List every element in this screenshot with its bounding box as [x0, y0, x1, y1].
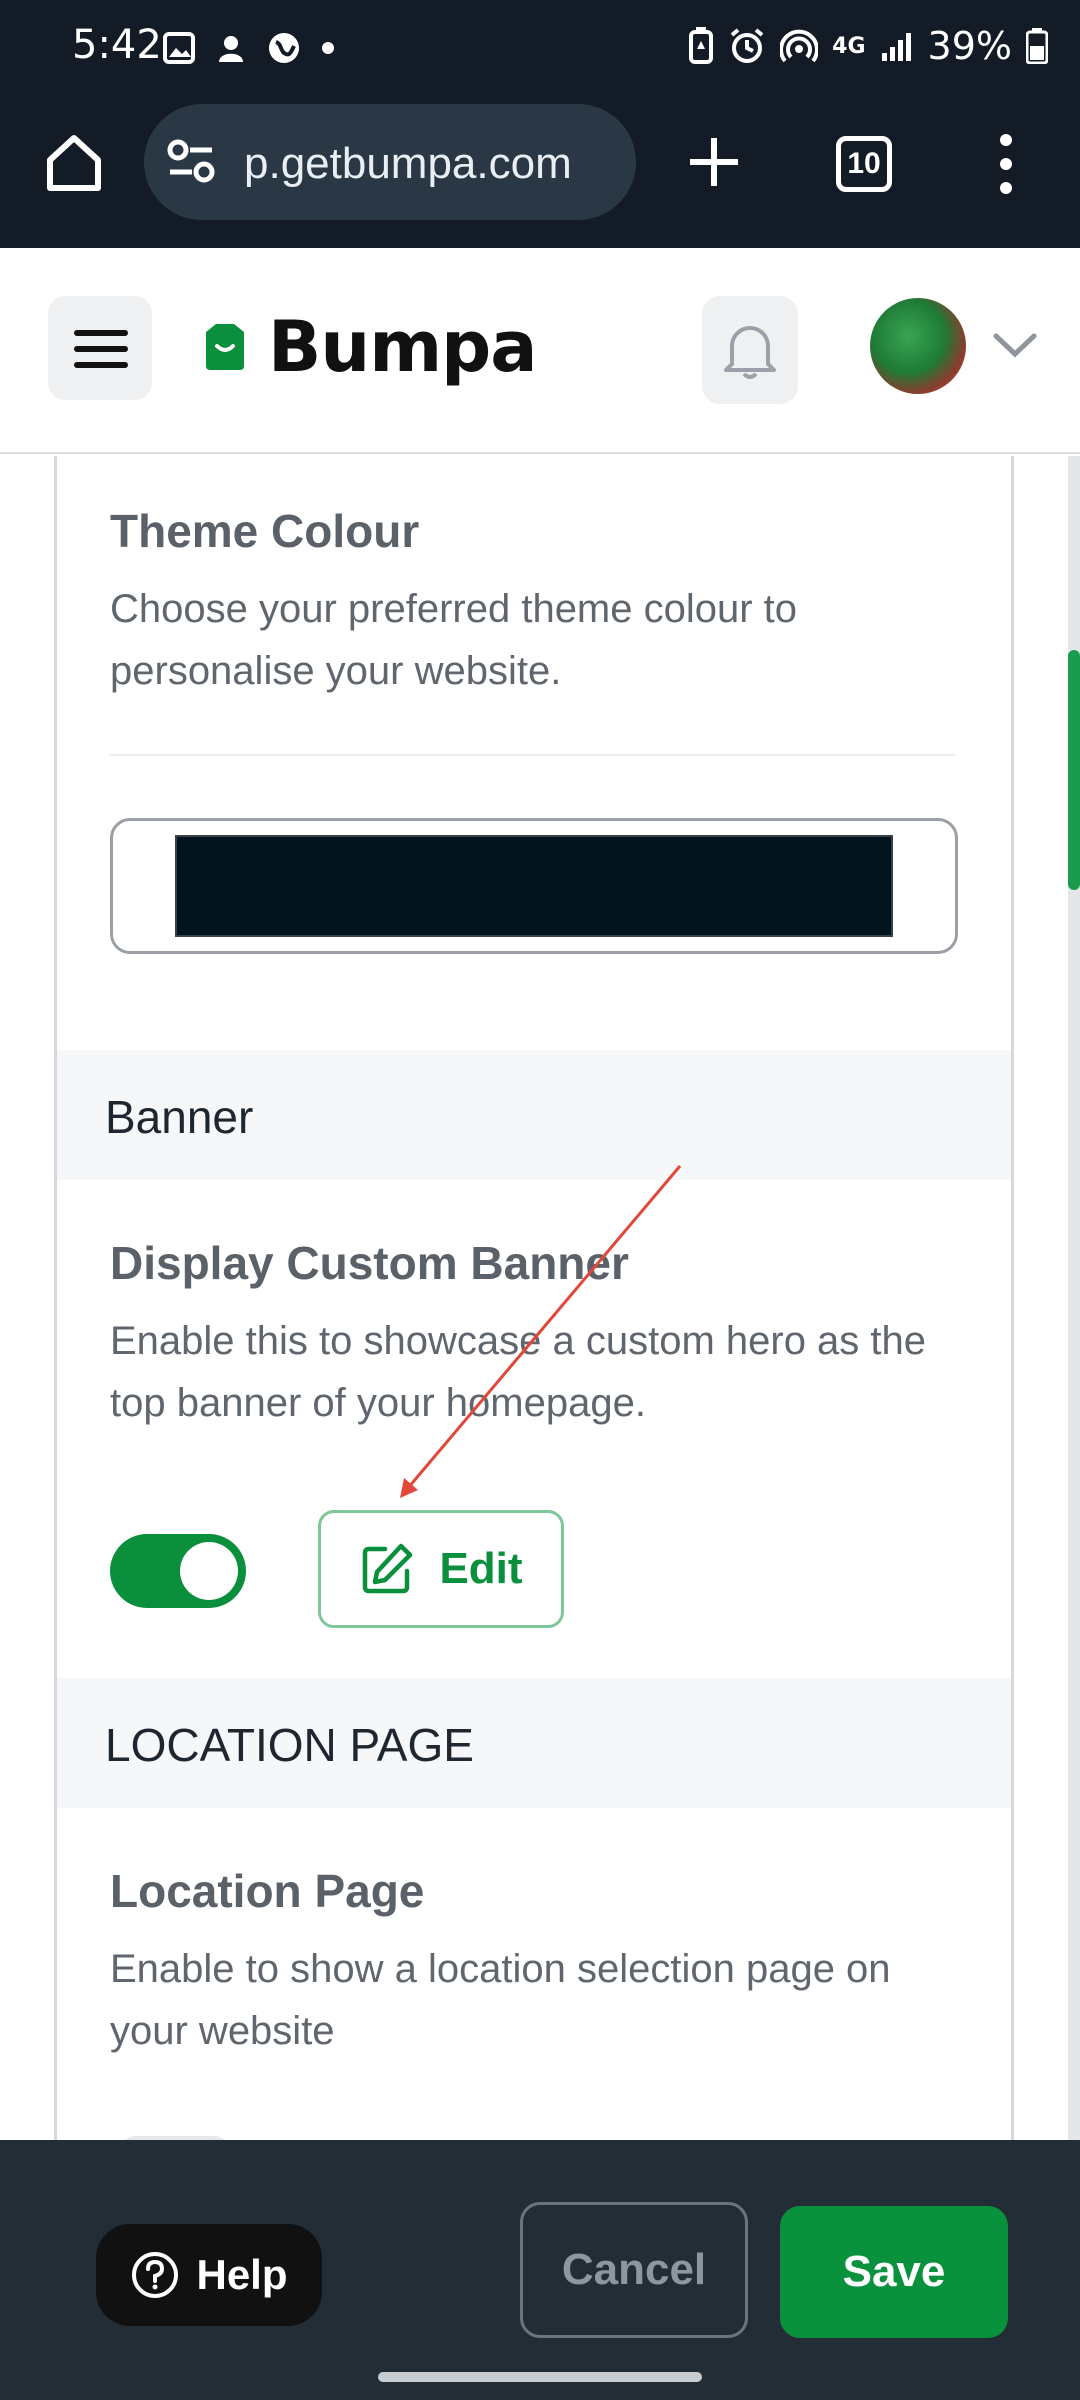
location-page-title: Location Page: [110, 1865, 425, 1917]
divider: [110, 754, 956, 756]
chevron-down-icon[interactable]: [992, 330, 1038, 360]
globe-icon: [269, 33, 299, 63]
battery-icon: [1026, 28, 1048, 64]
cancel-button[interactable]: Cancel: [520, 2202, 748, 2338]
scrollbar-thumb[interactable]: [1068, 650, 1080, 890]
save-button[interactable]: Save: [780, 2206, 1008, 2338]
gallery-icon: [163, 32, 195, 64]
site-settings-icon[interactable]: [166, 138, 216, 184]
help-button[interactable]: Help: [96, 2224, 322, 2326]
theme-colour-swatch[interactable]: [175, 835, 893, 937]
location-section-title: LOCATION PAGE: [105, 1719, 474, 1771]
brand-logo[interactable]: Bumpa: [200, 306, 537, 388]
edit-banner-button[interactable]: Edit: [318, 1510, 564, 1628]
edit-label: Edit: [439, 1544, 523, 1593]
new-tab-icon[interactable]: [686, 134, 742, 190]
display-custom-banner-title: Display Custom Banner: [110, 1237, 629, 1289]
url-text[interactable]: p.getbumpa.com: [244, 139, 624, 189]
banner-section-title: Banner: [105, 1091, 254, 1143]
network-type: 4G: [832, 33, 866, 59]
address-bar[interactable]: p.getbumpa.com: [144, 104, 636, 220]
more-options-icon[interactable]: [994, 132, 1018, 196]
settings-content[interactable]: Theme Colour Choose your preferred theme…: [0, 456, 1080, 2140]
avatar[interactable]: [870, 298, 966, 394]
edit-icon: [363, 1543, 413, 1594]
banner-section-header: Banner: [57, 1050, 1011, 1180]
app-header: Bumpa: [0, 248, 1080, 454]
menu-icon-bar: [74, 362, 128, 368]
browser-toolbar: p.getbumpa.com 10: [0, 96, 1080, 248]
location-page-description: Enable to show a location selection page…: [110, 1947, 891, 2053]
tab-switcher-button[interactable]: 10: [836, 136, 892, 192]
signal-icon: [881, 33, 911, 61]
menu-icon-bar: [74, 346, 128, 352]
theme-colour-description: Choose your preferred theme colour to pe…: [110, 587, 798, 693]
status-left-icons: [162, 30, 336, 66]
location-section-header: LOCATION PAGE: [57, 1678, 1011, 1808]
dot-icon: [322, 42, 334, 54]
app-icon: [219, 36, 243, 62]
custom-banner-toggle[interactable]: [110, 1534, 246, 1608]
brand-name: Bumpa: [268, 306, 537, 388]
help-label: Help: [196, 2251, 288, 2298]
alarm-icon: [730, 28, 764, 63]
theme-colour-picker[interactable]: [110, 818, 958, 954]
status-time: 5:42: [72, 22, 162, 68]
notifications-button[interactable]: [702, 296, 798, 404]
battery-saver-icon: [689, 27, 714, 64]
battery-percent: 39%: [927, 24, 1012, 68]
bell-icon: [724, 326, 776, 379]
home-icon[interactable]: [42, 130, 106, 194]
footer-bar: Help Cancel Save: [0, 2140, 1080, 2400]
home-indicator[interactable]: [378, 2372, 702, 2382]
status-right: 4G 39%: [688, 24, 1048, 68]
menu-button[interactable]: [48, 296, 152, 400]
status-bar: 5:42 4G 39%: [0, 0, 1080, 96]
theme-colour-title: Theme Colour: [110, 505, 420, 557]
menu-icon: [74, 330, 128, 336]
toggle-knob: [180, 1542, 238, 1600]
screen: 5:42 4G 39% p.getbumpa.com 10 Bumpa Them…: [0, 0, 1080, 2400]
hotspot-icon: [780, 29, 819, 63]
help-icon: [132, 2252, 179, 2298]
bumpa-logo-icon: [206, 324, 244, 370]
display-custom-banner-description: Enable this to showcase a custom hero as…: [110, 1319, 927, 1425]
